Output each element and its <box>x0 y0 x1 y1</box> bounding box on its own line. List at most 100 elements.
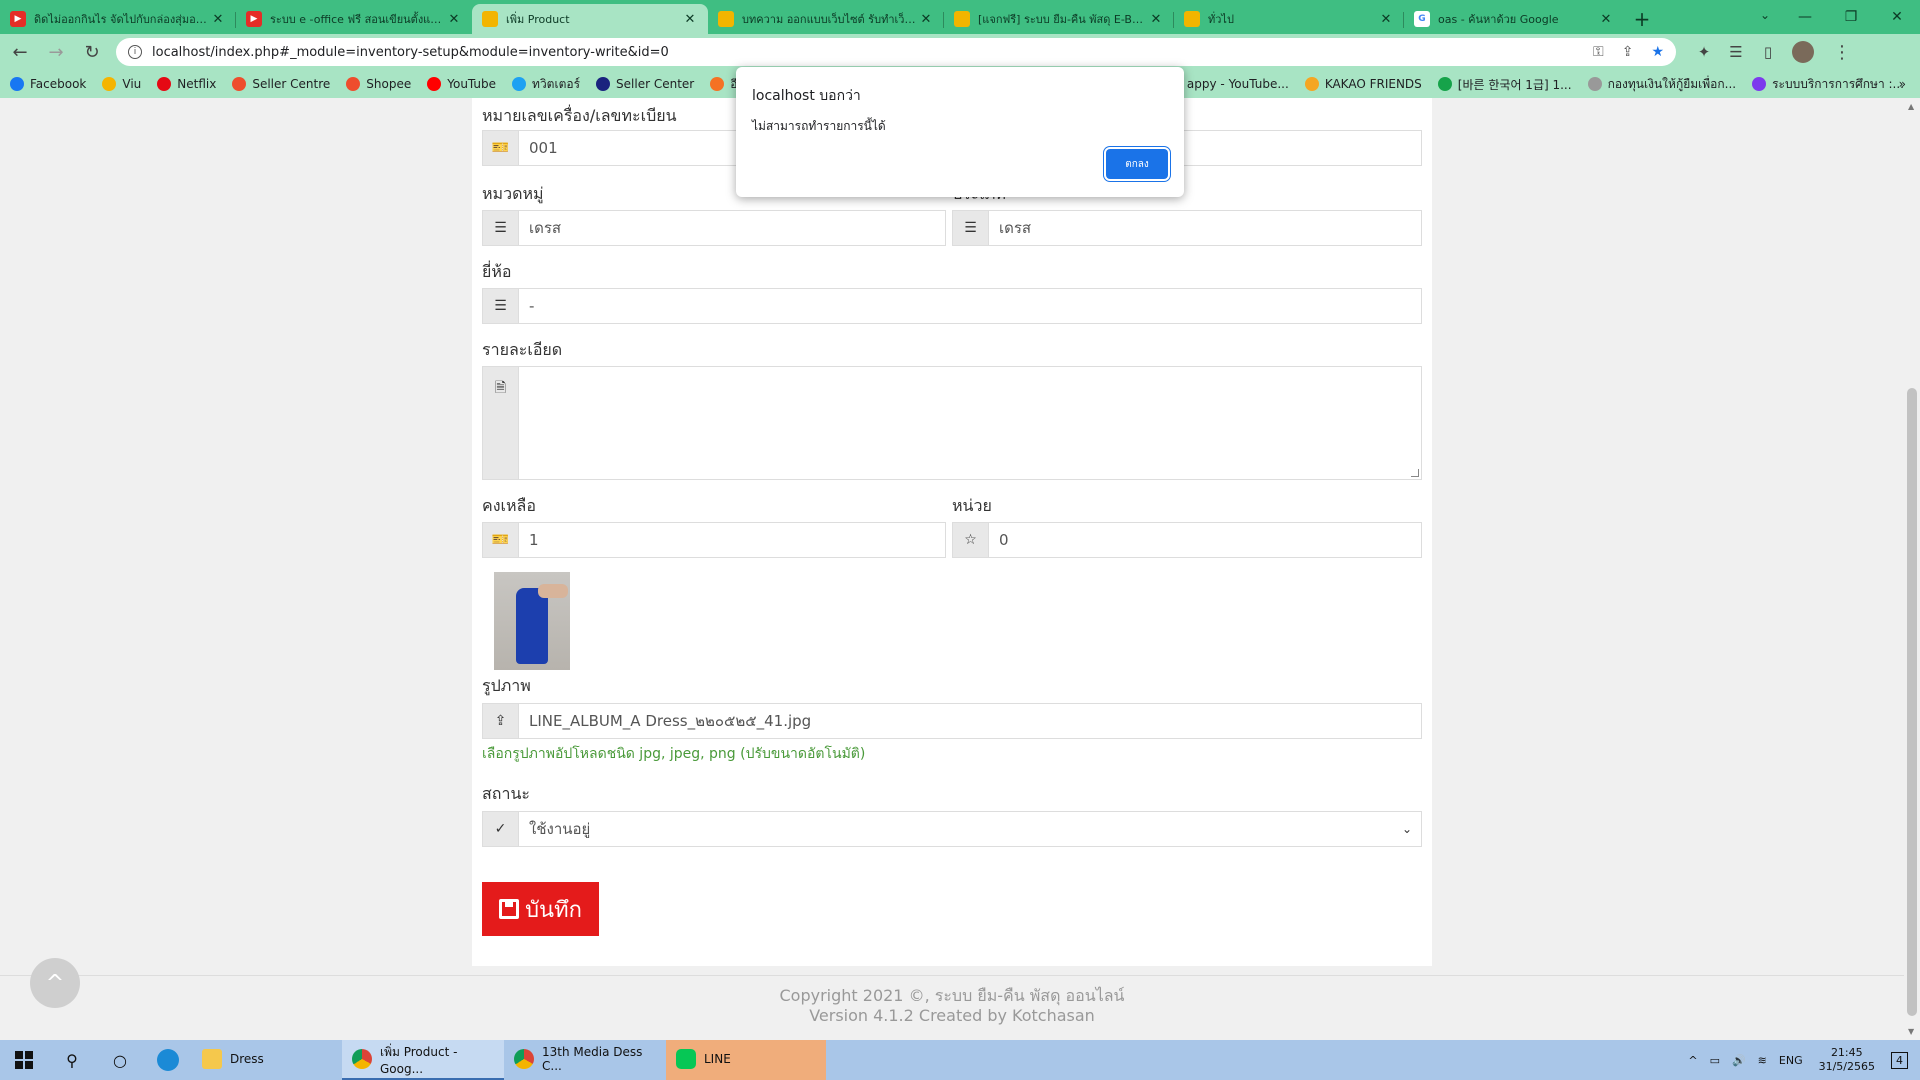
browser-tab[interactable]: ▶ ดิดไม่ออกกินไร จัดไปกับกล่องสุ่มอาหาร ✕ <box>0 4 236 34</box>
back-icon[interactable]: ← <box>4 36 36 68</box>
scrollbar-thumb[interactable] <box>1907 388 1917 1016</box>
bookmarks-overflow-icon[interactable]: » <box>1899 77 1906 91</box>
bookmark-item[interactable]: ระบบบริการการศึกษา :... <box>1752 75 1904 94</box>
brand-label: ยี่ห้อ <box>482 262 512 281</box>
stock-input[interactable]: 🎫 1 <box>482 522 946 558</box>
browser-tab-active[interactable]: เพิ่ม Product ✕ <box>472 4 708 34</box>
bookmark-item[interactable]: KAKAO FRIENDS <box>1304 77 1422 91</box>
line-icon <box>676 1049 696 1069</box>
save-disk-icon <box>499 899 520 919</box>
bookmark-item[interactable]: appy - YouTube... <box>1166 77 1289 91</box>
battery-icon[interactable]: ▭ <box>1710 1054 1720 1067</box>
share-icon[interactable]: ⇪ <box>1622 44 1634 60</box>
taskbar-app-chrome[interactable]: เพิ่ม Product - Goog... <box>342 1040 504 1080</box>
close-tab-icon[interactable]: ✕ <box>1598 12 1614 27</box>
reading-list-icon[interactable]: ☰ <box>1720 43 1752 61</box>
notification-icon[interactable]: 4 <box>1891 1051 1908 1069</box>
language-indicator[interactable]: ENG <box>1779 1054 1803 1067</box>
search-icon[interactable]: ⚲ <box>48 1040 96 1080</box>
browser-tab[interactable]: ทั่วไป ✕ <box>1174 4 1404 34</box>
unit-input[interactable]: ☆ 0 <box>952 522 1422 558</box>
bookmark-item[interactable]: อี <box>710 75 737 94</box>
system-tray: ^ ▭ 🔊 ≋ ENG 21:45 31/5/2565 4 <box>1682 1040 1920 1080</box>
bookmark-icon <box>596 77 611 91</box>
bookmark-icon <box>1752 77 1767 91</box>
save-button[interactable]: บันทึก <box>482 882 599 936</box>
browser-tab[interactable]: ▶ ระบบ e -office ฟรี สอนเขียนตั้งแบบง่าย ✕ <box>236 4 472 34</box>
profile-avatar[interactable] <box>1792 41 1814 63</box>
scroll-up-icon[interactable]: ▲ <box>1908 102 1914 111</box>
bookmark-item[interactable]: YouTube <box>427 77 496 91</box>
dialog-ok-button[interactable]: ตกลง <box>1106 149 1168 179</box>
image-upload-hint: เลือกรูปภาพอัปโหลดชนิด jpg, jpeg, png (ป… <box>482 746 866 762</box>
brand-select[interactable]: ☰ - <box>482 288 1422 324</box>
image-label: รูปภาพ <box>482 676 531 695</box>
bookmark-item[interactable]: Shopee <box>346 77 411 91</box>
bookmark-item[interactable]: Viu <box>102 77 141 91</box>
close-tab-icon[interactable]: ✕ <box>446 12 462 27</box>
minimize-icon[interactable]: — <box>1782 0 1828 34</box>
list-icon: ☰ <box>953 211 989 245</box>
bookmark-item[interactable]: Seller Centre <box>232 77 330 91</box>
taskbar-app-chrome[interactable]: 13th Media Dess C... <box>504 1040 666 1080</box>
type-select[interactable]: ☰ เดรส <box>952 210 1422 246</box>
close-tab-icon[interactable]: ✕ <box>210 12 226 27</box>
dialog-title: localhost บอกว่า <box>752 88 861 104</box>
category-select[interactable]: ☰ เดรส <box>482 210 946 246</box>
taskbar-clock[interactable]: 21:45 31/5/2565 <box>1819 1046 1875 1074</box>
google-icon: G <box>1414 11 1430 27</box>
page-scrollbar[interactable]: ▲ ▼ <box>1904 98 1920 1040</box>
bookmark-icon <box>157 77 172 91</box>
taskbar-app-line[interactable]: LINE <box>666 1040 826 1080</box>
info-icon[interactable]: i <box>128 45 142 59</box>
chevron-up-icon[interactable]: ^ <box>1688 1054 1697 1067</box>
bookmark-item[interactable]: ทวิตเตอร์ <box>512 75 580 94</box>
youtube-icon: ▶ <box>246 11 262 27</box>
volume-icon[interactable]: 🔊 <box>1732 1054 1746 1067</box>
forward-icon[interactable]: → <box>40 36 72 68</box>
detail-textarea[interactable]: 🗎 <box>482 366 1422 480</box>
reload-icon[interactable]: ↻ <box>76 36 108 68</box>
machine-number-label: หมายเลขเครื่อง/เลขทะเบียน <box>482 106 677 125</box>
close-window-icon[interactable]: ✕ <box>1874 0 1920 34</box>
chrome-icon <box>352 1049 372 1069</box>
url-text[interactable]: localhost/index.php#_module=inventory-se… <box>152 45 1575 60</box>
maximize-icon[interactable]: ❐ <box>1828 0 1874 34</box>
list-icon: ☰ <box>483 289 519 323</box>
tab-search-icon[interactable]: ⌄ <box>1760 8 1770 22</box>
bookmark-item[interactable]: Facebook <box>10 77 86 91</box>
windows-taskbar: ⚲ ○ Dress เพิ่ม Product - Goog... 13th M… <box>0 1040 1920 1080</box>
bookmark-item[interactable]: Netflix <box>157 77 216 91</box>
browser-tab[interactable]: Goas - ค้นหาด้วย Google ✕ <box>1404 4 1624 34</box>
dialog-message: ไม่สามารถทำรายการนี้ได้ <box>752 119 886 133</box>
bookmark-item[interactable]: กองทุนเงินให้กู้ยืมเพื่อก... <box>1587 75 1736 94</box>
taskbar-app-folder[interactable]: Dress <box>192 1040 342 1080</box>
list-icon: ☰ <box>483 211 519 245</box>
image-upload-input[interactable]: ⇪ LINE_ALBUM_A Dress_๒๒๐๕๒๕_41.jpg <box>482 703 1422 739</box>
wifi-icon[interactable]: ≋ <box>1758 1054 1767 1067</box>
scroll-down-icon[interactable]: ▼ <box>1908 1027 1914 1036</box>
close-tab-icon[interactable]: ✕ <box>1148 12 1164 27</box>
browser-tab[interactable]: บทความ ออกแบบเว็บไซต์ รับทำเว็บไซต์ ✕ <box>708 4 944 34</box>
extensions-icon[interactable]: ✦ <box>1688 43 1720 61</box>
edge-icon[interactable] <box>144 1040 192 1080</box>
browser-tab-bar: ▶ ดิดไม่ออกกินไร จัดไปกับกล่องสุ่มอาหาร ✕ … <box>0 0 1920 34</box>
task-view-icon[interactable]: ○ <box>96 1040 144 1080</box>
windows-start-icon[interactable] <box>0 1040 48 1080</box>
bookmark-item[interactable]: Seller Center <box>596 77 694 91</box>
bookmark-star-icon[interactable]: ★ <box>1651 44 1664 60</box>
browser-tab[interactable]: [แจกฟรี] ระบบ ยืม-คืน พัสดุ E-Borrow ✕ <box>944 4 1174 34</box>
address-bar[interactable]: i localhost/index.php#_module=inventory-… <box>116 38 1676 66</box>
detail-label: รายละเอียด <box>482 340 563 359</box>
side-panel-icon[interactable]: ▯ <box>1752 43 1784 61</box>
youtube-icon: ▶ <box>10 11 26 27</box>
status-select[interactable]: ✓ ใช้งานอยู่ ⌄ <box>482 811 1422 847</box>
menu-icon[interactable]: ⋮ <box>1826 36 1858 68</box>
key-icon[interactable]: ⚿ <box>1593 44 1604 60</box>
resize-handle[interactable] <box>1411 469 1419 477</box>
close-tab-icon[interactable]: ✕ <box>682 12 698 27</box>
close-tab-icon[interactable]: ✕ <box>918 12 934 27</box>
bookmark-item[interactable]: [바른 한국어 1급] 1... <box>1437 76 1572 93</box>
new-tab-button[interactable]: + <box>1624 4 1660 34</box>
close-tab-icon[interactable]: ✕ <box>1378 12 1394 27</box>
